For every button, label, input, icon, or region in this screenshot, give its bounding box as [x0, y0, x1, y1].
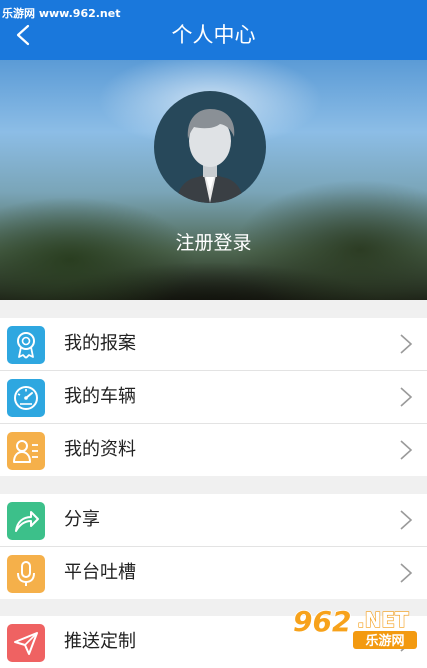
speedometer-icon [7, 379, 45, 417]
chevron-right-icon [400, 334, 413, 354]
default-avatar-icon [176, 109, 244, 203]
microphone-icon [7, 555, 45, 593]
menu-item-share[interactable]: 分享 [0, 494, 427, 547]
chevron-right-icon [400, 510, 413, 530]
menu-item-label: 我的报案 [64, 333, 136, 354]
award-badge-icon [7, 326, 45, 364]
share-arrow-icon [7, 502, 45, 540]
watermark-number: 962 [293, 605, 351, 638]
chevron-right-icon [400, 563, 413, 583]
menu-item-label: 推送定制 [64, 631, 136, 652]
menu-item-label: 平台吐槽 [64, 562, 136, 583]
menu-item-label: 我的车辆 [64, 386, 136, 407]
watermark-caption: 乐游网 [365, 633, 404, 649]
chevron-right-icon [400, 440, 413, 460]
watermark-suffix: .NET [357, 608, 409, 632]
menu-item-feedback[interactable]: 平台吐槽 [0, 547, 427, 599]
header-bar: 个人中心 [0, 22, 427, 60]
profile-header: 注册登录 [0, 60, 427, 300]
menu-item-my-vehicles[interactable]: 我的车辆 [0, 371, 427, 424]
login-register-link[interactable]: 注册登录 [0, 228, 427, 255]
paper-plane-icon [7, 624, 45, 662]
menu-item-label: 我的资料 [64, 439, 136, 460]
status-bar: 乐游网 www.962.net [0, 0, 427, 22]
avatar[interactable] [154, 91, 266, 203]
watermark-text: 乐游网 www.962.net [2, 7, 121, 20]
menu-group-account: 我的报案 我的车辆 我的资料 [0, 318, 427, 476]
watermark-logo: 962 .NET 乐游网 [291, 601, 421, 651]
menu-item-my-profile[interactable]: 我的资料 [0, 424, 427, 476]
chevron-right-icon [400, 387, 413, 407]
page-title: 个人中心 [171, 23, 256, 47]
menu-item-label: 分享 [64, 509, 100, 530]
profile-card-icon [7, 432, 45, 470]
menu-item-my-reports[interactable]: 我的报案 [0, 318, 427, 371]
menu-group-feedback: 分享 平台吐槽 [0, 494, 427, 599]
